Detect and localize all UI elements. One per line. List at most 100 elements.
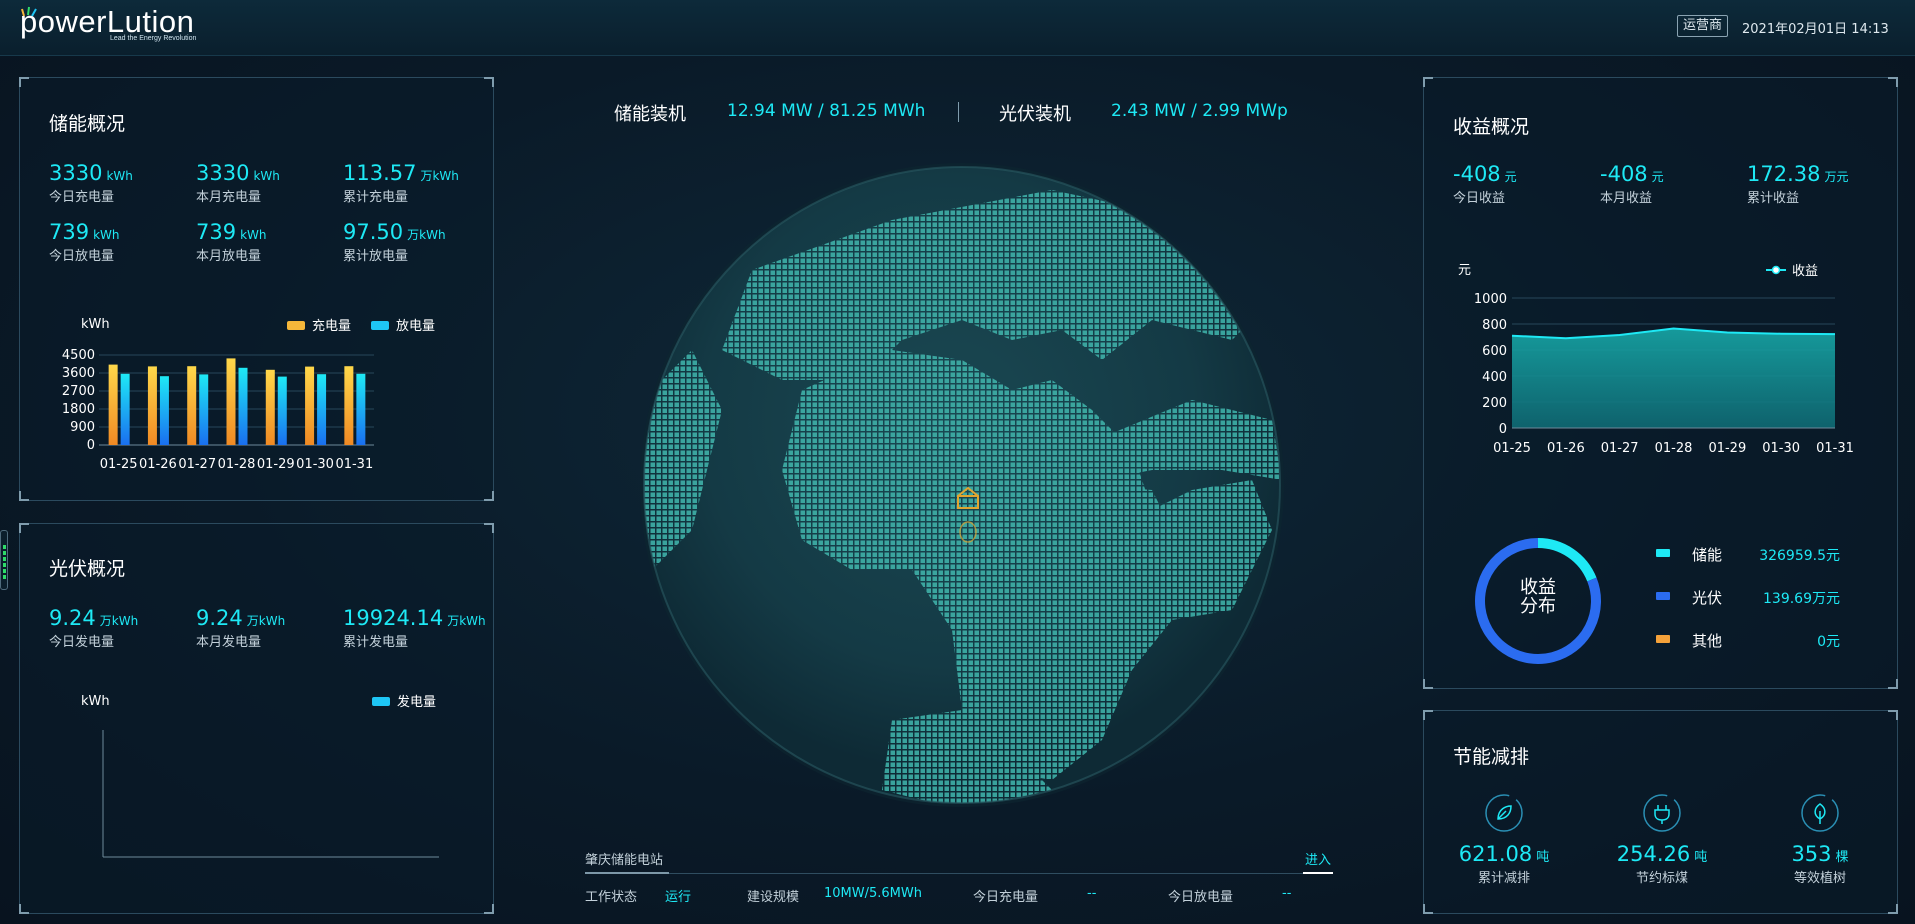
stat-today-discharge: 739 kWh 今日放电量: [49, 220, 120, 264]
capacity-separator: [958, 102, 959, 122]
legend-other-income: 其他 0元: [1656, 630, 1856, 650]
bar-充电量: [265, 369, 275, 445]
eco-tree-planting: 353 棵 等效植树: [1760, 793, 1880, 886]
bar-充电量: [147, 366, 157, 445]
bar-充电量: [305, 366, 315, 445]
today-discharge-value: --: [1282, 886, 1292, 901]
legend-label-充电量: 充电量: [312, 318, 351, 334]
today-discharge-label: 今日放电量: [1168, 890, 1234, 905]
legend-label-发电量: 发电量: [397, 694, 436, 710]
status-value: 运行: [665, 890, 692, 905]
x-tick-label: 01-31: [1816, 441, 1854, 456]
storage-capacity-label: 储能装机: [614, 104, 686, 125]
y-axis-unit-label: 元: [1458, 263, 1471, 278]
y-tick-label: 0: [1499, 422, 1507, 437]
x-tick-label: 01-30: [296, 457, 334, 472]
y-tick-label: 900: [70, 420, 95, 435]
x-tick-label: 01-30: [1762, 441, 1800, 456]
pv-overview-panel: 光伏概况 9.24 万kWh 今日发电量 9.24 万kWh 本月发电量 19924…: [19, 523, 494, 914]
bar-充电量: [344, 366, 354, 445]
stat-today-charge: 3330 kWh 今日充电量: [49, 161, 133, 205]
x-tick-label: 01-31: [335, 457, 373, 472]
legend-label-收益: 收益: [1792, 264, 1818, 279]
stat-today-income: -408 元 今日收益: [1453, 162, 1517, 206]
today-charge-value: --: [1087, 886, 1097, 901]
bar-放电量: [199, 374, 209, 445]
tree-icon: [1801, 794, 1839, 832]
x-tick-label: 01-29: [1708, 441, 1746, 456]
y-tick-label: 2700: [62, 384, 95, 399]
enter-link-underline: [1303, 872, 1333, 874]
bar-充电量: [187, 366, 197, 445]
x-tick-label: 01-29: [257, 457, 295, 472]
today-charge-label: 今日充电量: [973, 890, 1039, 905]
x-tick-label: 01-27: [178, 457, 216, 472]
station-name[interactable]: 肇庆储能电站: [585, 849, 663, 868]
scale-label: 建设规模: [747, 890, 800, 905]
station-divider-highlight: [585, 872, 669, 874]
x-tick-label: 01-28: [1655, 441, 1693, 456]
y-tick-label: 600: [1482, 344, 1507, 359]
bar-放电量: [120, 373, 130, 445]
logo-tagline: Lead the Energy Revolution: [110, 35, 197, 42]
station-divider: [585, 873, 1333, 874]
eco-coal-saving: 254.26 吨 节约标煤: [1602, 793, 1722, 886]
datetime: 2021年02月01日 14:13: [1742, 22, 1889, 37]
stat-month-generation: 9.24 万kWh 本月发电量: [196, 606, 286, 650]
x-tick-label: 01-26: [139, 457, 177, 472]
y-tick-label: 200: [1482, 396, 1507, 411]
x-tick-label: 01-26: [1547, 441, 1585, 456]
donut-center-label: 收益 分布: [1520, 577, 1556, 617]
logo: powerLution Lead the Energy Revolution: [20, 4, 210, 48]
storage-overview-title: 储能概况: [49, 113, 126, 135]
bar-放电量: [159, 376, 169, 445]
storage-bar-chart: kWh0900180027003600450001-25 01-26 01-27 01…: [62, 317, 435, 472]
energy-saving-panel: 节能减排 621.08 吨 累计减排 254.26 吨 节约标煤 353 棵 等效植树: [1423, 710, 1898, 914]
y-tick-label: 3600: [62, 366, 95, 381]
legend-swatch-放电量: [371, 321, 389, 330]
bar-放电量: [317, 374, 327, 445]
legend-swatch-充电量: [287, 321, 305, 330]
legend-pv-income: 光伏 139.69万元: [1656, 587, 1856, 607]
pv-overview-title: 光伏概况: [49, 558, 126, 580]
income-area-chart: 元 0 200 400 600 800 1000 01-25 01-26 01-27 01-28 01…: [1458, 263, 1854, 456]
status-label: 工作状态: [585, 890, 638, 905]
top-header: powerLution Lead the Energy Revolution 运…: [0, 0, 1915, 56]
y-axis-unit-label: kWh: [81, 694, 110, 709]
storage-overview-panel: 储能概况 3330 kWh 今日充电量 3330 kWh 本月充电量 113.57 万…: [19, 77, 494, 501]
donut-slice-储能: [1537, 538, 1597, 582]
pv-capacity-label: 光伏装机: [999, 104, 1071, 125]
pv-bar-chart: kWh 发电量: [81, 694, 439, 858]
pv-capacity-value: 2.43 MW / 2.99 MWp: [1111, 101, 1288, 121]
storage-capacity-value: 12.94 MW / 81.25 MWh: [727, 101, 926, 121]
y-tick-label: 400: [1482, 370, 1507, 385]
side-drawer-handle[interactable]: [0, 530, 8, 590]
area-fill-收益: [1512, 328, 1835, 428]
income-overview-panel: 收益概况 -408 元 今日收益 -408 元 本月收益 172.38 万元 累计收益…: [1423, 77, 1898, 689]
stat-total-generation: 19924.14 万kWh 累计发电量: [343, 606, 486, 650]
stat-total-income: 172.38 万元 累计收益: [1747, 162, 1849, 206]
role-badge[interactable]: 运营商: [1677, 15, 1729, 37]
income-overview-title: 收益概况: [1453, 116, 1530, 138]
stat-total-charge: 113.57 万kWh 累计充电量: [343, 161, 459, 205]
stat-month-charge: 3330 kWh 本月充电量: [196, 161, 280, 205]
y-tick-label: 800: [1482, 318, 1507, 333]
y-axis-unit-label: kWh: [81, 317, 110, 332]
stat-total-discharge: 97.50 万kWh 累计放电量: [343, 220, 446, 264]
stat-month-income: -408 元 本月收益: [1600, 162, 1664, 206]
x-tick-label: 01-28: [218, 457, 256, 472]
y-tick-label: 1000: [1474, 292, 1507, 307]
globe-map[interactable]: [632, 150, 1292, 810]
x-tick-label: 01-25: [1493, 441, 1531, 456]
enter-station-link[interactable]: 进入: [1305, 849, 1331, 868]
legend-storage-income: 储能 326959.5元: [1656, 544, 1856, 564]
leaf-icon: [1485, 794, 1523, 832]
y-tick-label: 4500: [62, 348, 95, 363]
legend-swatch-发电量: [372, 697, 390, 706]
bar-充电量: [108, 364, 118, 445]
stat-today-generation: 9.24 万kWh 今日发电量: [49, 606, 139, 650]
x-tick-label: 01-27: [1601, 441, 1639, 456]
y-tick-label: 0: [87, 438, 95, 453]
x-tick-label: 01-25: [100, 457, 138, 472]
bar-放电量: [277, 376, 287, 445]
